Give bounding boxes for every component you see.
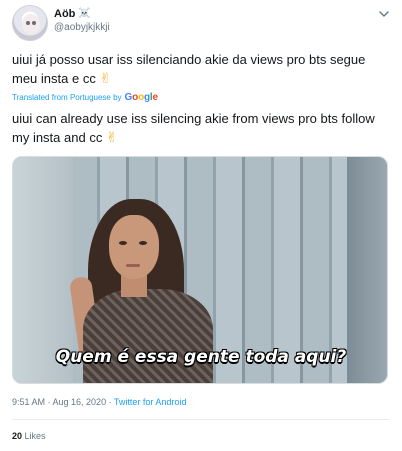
- person-mouth: [126, 264, 140, 267]
- chevron-down-icon[interactable]: [378, 8, 390, 20]
- person-eye-right: [139, 241, 147, 245]
- likes-number: 20: [12, 431, 23, 441]
- tweet-text-content: uiui já posso usar iss silenciando akie …: [12, 52, 366, 86]
- avatar-face: [22, 14, 40, 34]
- person-top: [83, 289, 213, 383]
- likes-label: Likes: [24, 431, 46, 441]
- tweet: Aöb ☠️ @aobyjkjkkji uiui já posso usar i…: [0, 0, 402, 451]
- display-name-text: Aöb: [54, 8, 76, 20]
- avatar[interactable]: [12, 5, 48, 41]
- divider: [12, 419, 390, 420]
- translated-from-label: Translated from Portuguese by: [12, 93, 122, 102]
- user-handle[interactable]: @aobyjkjkkji: [54, 21, 110, 35]
- victory-hand-emoji-icon: ✌: [99, 70, 112, 86]
- avatar-eye-right: [32, 21, 36, 25]
- likes-count[interactable]: 20 Likes: [12, 430, 46, 442]
- tweet-metadata: 9:51 AM · Aug 16, 2020 · Twitter for And…: [12, 396, 186, 408]
- avatar-eye-left: [26, 21, 30, 25]
- translation-attribution[interactable]: Translated from Portuguese by Google: [12, 92, 158, 104]
- translation-text: uiui can already use iss silencing akie …: [12, 110, 390, 147]
- google-logo: Google: [124, 92, 159, 103]
- meme-caption: Quem é essa gente toda aqui?: [55, 347, 347, 367]
- display-name[interactable]: Aöb ☠️: [54, 7, 110, 21]
- translation-text-content: uiui can already use iss silencing akie …: [12, 111, 375, 145]
- victory-hand-emoji-icon: ✌: [105, 129, 118, 145]
- tweet-source[interactable]: Twitter for Android: [114, 397, 187, 407]
- person-face: [109, 215, 159, 279]
- tweet-header: Aöb ☠️ @aobyjkjkkji: [12, 5, 390, 41]
- tweet-media-image[interactable]: Quem é essa gente toda aqui?: [12, 156, 388, 384]
- skull-emoji: ☠️: [78, 8, 91, 19]
- author-names: Aöb ☠️ @aobyjkjkkji: [54, 7, 110, 35]
- person-eye-left: [119, 241, 127, 245]
- tweet-timestamp[interactable]: 9:51 AM · Aug 16, 2020 ·: [12, 397, 112, 407]
- tweet-text: uiui já posso usar iss silenciando akie …: [12, 51, 390, 88]
